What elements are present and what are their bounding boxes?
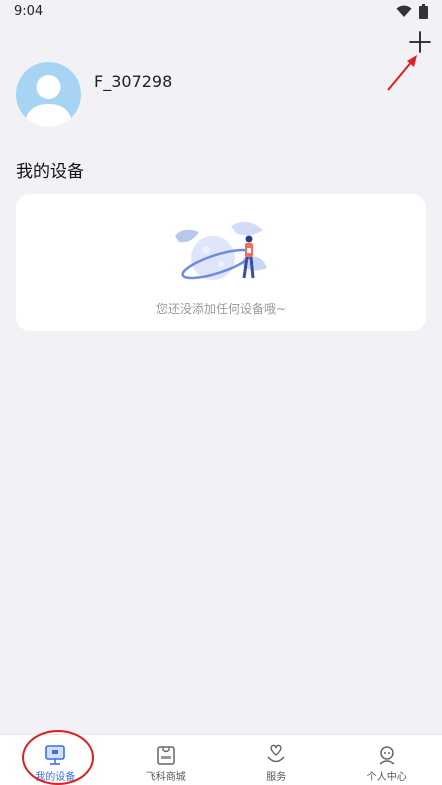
nav-item-service[interactable]: 服务 bbox=[221, 735, 332, 785]
nav-label: 个人中心 bbox=[366, 772, 407, 783]
nav-item-flyco-store[interactable]: 飞科商城 bbox=[111, 735, 222, 785]
shopping-bag-icon bbox=[157, 746, 175, 765]
annotation-circle bbox=[22, 730, 94, 785]
status-time: 9:04 bbox=[14, 4, 44, 19]
nav-label: 飞科商城 bbox=[145, 772, 186, 783]
device-list-card: 您还没添加任何设备哦~ bbox=[16, 194, 426, 331]
annotation-arrow bbox=[387, 55, 417, 91]
empty-state-message: 您还没添加任何设备哦~ bbox=[155, 302, 287, 316]
wifi-icon bbox=[396, 5, 412, 17]
username: F_307298 bbox=[94, 72, 173, 91]
nav-item-profile[interactable]: 个人中心 bbox=[332, 735, 442, 785]
avatar-placeholder-icon bbox=[24, 75, 73, 127]
status-bar: 9:04 bbox=[0, 0, 442, 24]
section-title-my-devices: 我的设备 bbox=[16, 162, 84, 182]
heart-hand-icon bbox=[267, 744, 285, 763]
avatar[interactable] bbox=[16, 62, 81, 127]
nav-label: 服务 bbox=[266, 772, 287, 783]
battery-icon bbox=[419, 4, 428, 19]
profile-icon bbox=[379, 746, 395, 765]
empty-state-illustration bbox=[175, 221, 267, 280]
add-device-button[interactable] bbox=[408, 30, 432, 54]
